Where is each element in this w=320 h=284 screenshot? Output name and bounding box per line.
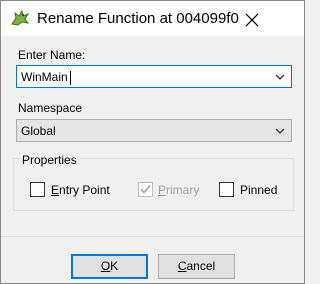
text-cursor <box>70 71 71 85</box>
name-label: Enter Name: <box>18 48 86 62</box>
checkmark-icon <box>140 185 151 194</box>
chevron-down-icon[interactable] <box>275 73 285 81</box>
namespace-label: Namespace <box>18 101 83 115</box>
entry-point-checkbox[interactable] <box>30 182 45 197</box>
dragon-app-icon <box>11 9 30 26</box>
properties-label: Properties <box>20 153 79 167</box>
cancel-button[interactable]: Cancel <box>158 254 235 279</box>
pinned-checkbox[interactable] <box>219 182 234 197</box>
entry-point-label[interactable]: Entry Point <box>51 183 110 197</box>
dialog-footer: OK Cancel <box>1 236 304 283</box>
primary-checkbox[interactable] <box>138 182 153 197</box>
title-bar[interactable]: Rename Function at 004099f0 <box>1 1 304 36</box>
primary-label: Primary <box>158 183 200 197</box>
window-title: Rename Function at 004099f0 <box>37 10 239 27</box>
rename-function-dialog: Rename Function at 004099f0 Enter Name: … <box>0 0 305 284</box>
chevron-down-icon[interactable] <box>275 127 285 135</box>
ok-button[interactable]: OK <box>71 254 148 279</box>
name-combobox[interactable]: WinMain <box>16 65 292 88</box>
pinned-label[interactable]: Pinned <box>240 183 277 197</box>
close-icon[interactable] <box>245 13 259 27</box>
namespace-combobox[interactable]: Global <box>16 119 292 142</box>
namespace-value: Global <box>21 124 56 138</box>
name-input-value[interactable]: WinMain <box>21 70 68 84</box>
